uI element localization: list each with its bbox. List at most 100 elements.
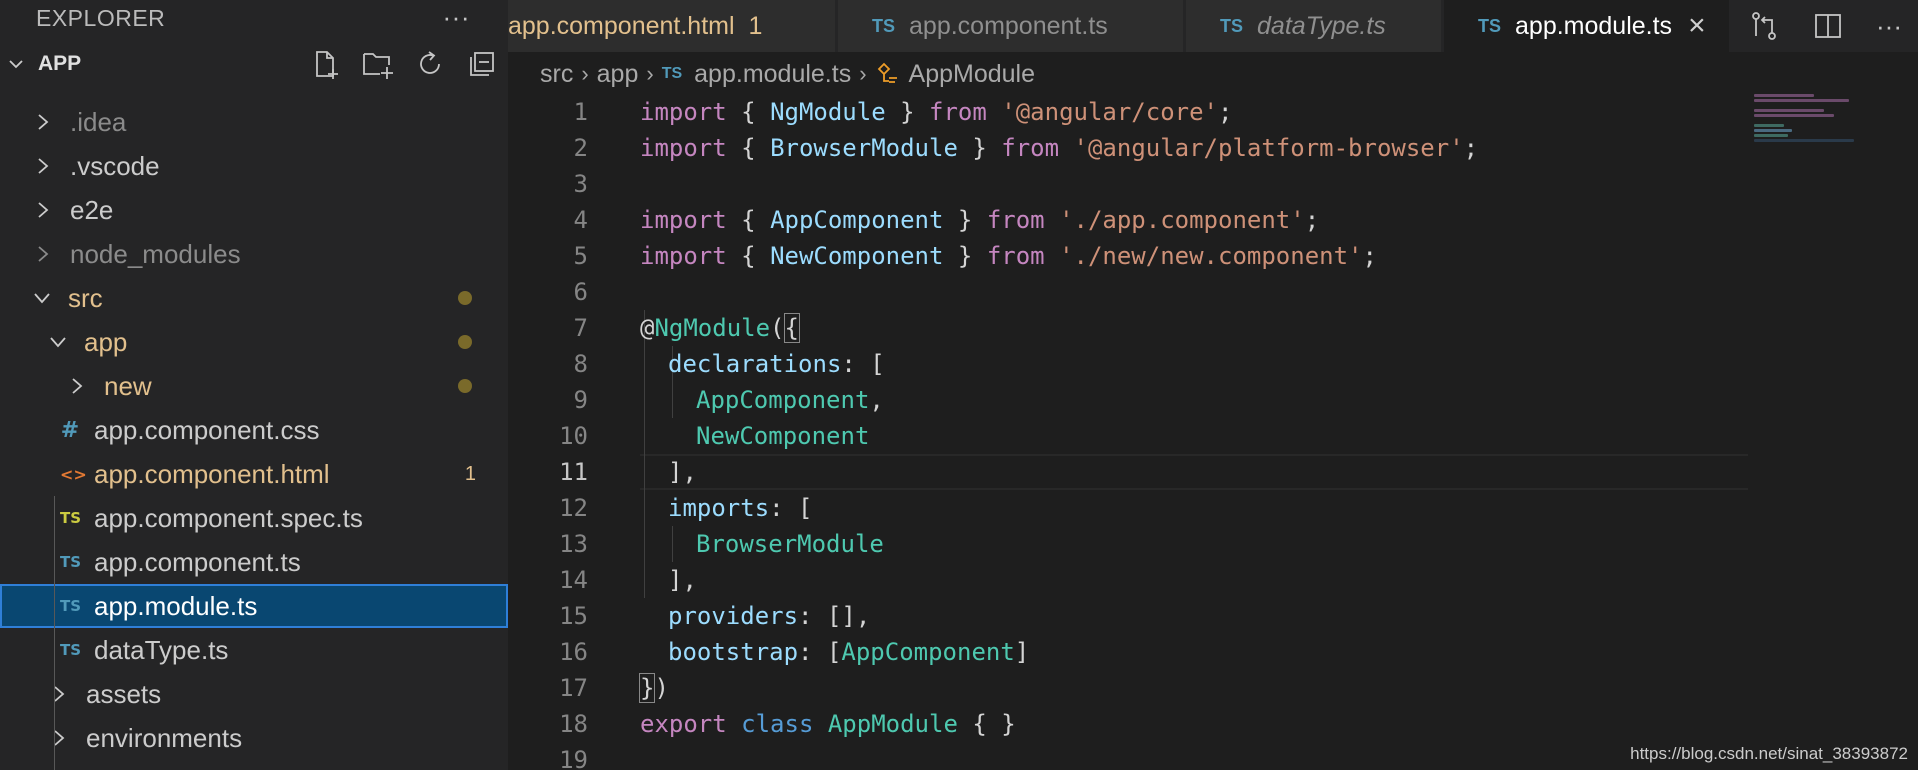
tab-app-component-ts[interactable]: TS app.component.ts [838,0,1184,52]
split-editor-icon[interactable] [1812,10,1844,42]
line-number: 12 [559,494,588,522]
tree-folder-vscode[interactable]: .vscode [0,144,508,188]
breadcrumb: src › app › TS app.module.ts › AppModule [540,56,1035,92]
tree-label: node_modules [70,238,241,269]
code-text: BrowserModule [696,530,884,558]
tree-file-app-module-ts[interactable]: TS app.module.ts [0,584,508,628]
ts-file-icon: TS [60,597,82,615]
workspace-title: APP [38,52,82,75]
code-text: AppComponent, [696,386,884,414]
explorer-header: EXPLORER ··· [0,0,508,36]
code-line: 18 export class AppModule { } [508,706,1748,742]
ts-file-icon: TS [60,509,82,527]
breadcrumb-item[interactable]: app [597,60,639,89]
minimap[interactable] [1754,94,1874,174]
tree-label: app.component.html [94,458,330,489]
ts-file-icon: TS [60,553,82,571]
tree-label: assets [86,678,162,709]
code-line: 13 BrowserModule [508,526,1748,562]
tab-label: dataType.ts [1257,11,1386,40]
tree-folder-assets[interactable]: assets [0,672,508,716]
ts-file-icon: TS [1220,15,1244,36]
code-line: 12 imports: [ [508,490,1748,526]
line-number: 11 [559,458,588,486]
code-editor[interactable]: 1 import { NgModule } from '@angular/cor… [508,94,1748,770]
tree-label: environments [86,722,243,753]
tab-label: app.component.ts [909,11,1108,40]
code-text: import { NgModule } from '@angular/core'… [640,98,1233,126]
refresh-icon[interactable] [414,48,446,80]
html-file-icon: <> [60,464,87,484]
file-tree: .idea .vscode e2e node_modules src app n… [0,100,508,770]
chevron-down-icon [9,60,23,69]
chevron-right-icon [38,202,49,218]
line-number: 8 [573,350,588,378]
line-number: 17 [559,674,588,702]
tab-app-component-html[interactable]: app.component.html 1 [508,0,836,52]
class-symbol-icon [877,62,897,83]
line-number: 5 [573,242,588,270]
indent-guide [54,496,55,770]
line-number: 19 [559,746,588,770]
editor-actions: ··· [1732,0,1918,52]
code-text: }) [638,673,669,703]
tree-label: src [68,282,103,313]
tree-label: e2e [70,194,114,225]
collapse-all-icon[interactable] [466,48,498,80]
chevron-right-icon [72,378,83,394]
tab-label: app.component.html [508,11,735,40]
code-line: 15 providers: [], [508,598,1748,634]
explorer-sidebar: EXPLORER ··· APP .idea .vscode e2e node_… [0,0,508,770]
tree-folder-e2e[interactable]: e2e [0,188,508,232]
line-number: 9 [573,386,588,414]
modified-dot-icon [458,291,472,305]
ts-file-icon: TS [1478,15,1502,36]
line-number: 6 [573,278,588,306]
tree-file-app-component-spec-ts[interactable]: TS app.component.spec.ts [0,496,508,540]
tab-datatype-ts[interactable]: TS dataType.ts [1186,0,1442,52]
tree-folder-idea[interactable]: .idea [0,100,508,144]
css-file-icon: # [60,417,80,443]
tab-app-module-ts[interactable]: TS app.module.ts × [1444,0,1730,52]
code-text: bootstrap: [AppComponent] [668,638,1030,666]
ts-file-icon: TS [60,641,82,659]
new-file-icon[interactable] [310,48,342,80]
breadcrumb-item[interactable]: AppModule [909,60,1035,89]
chevron-down-icon [34,293,50,304]
tree-folder-app[interactable]: app [0,320,508,364]
code-line: 1 import { NgModule } from '@angular/cor… [508,94,1748,130]
breadcrumb-item[interactable]: src [540,60,573,89]
code-line: 9 AppComponent, [508,382,1748,418]
chevron-right-icon [38,114,49,130]
tree-file-app-component-html[interactable]: <> app.component.html 1 [0,452,508,496]
tree-file-app-component-css[interactable]: # app.component.css [0,408,508,452]
code-line: 5 import { NewComponent } from './new/ne… [508,238,1748,274]
line-number: 1 [573,98,588,126]
editor-tab-bar: app.component.html 1 TS app.component.ts… [508,0,1918,52]
tree-folder-environments[interactable]: environments [0,716,508,760]
line-number: 18 [559,710,588,738]
workspace-section-header[interactable]: APP [0,36,508,92]
code-line: 7 @NgModule({ [508,310,1748,346]
close-icon[interactable]: × [1688,9,1706,43]
tree-label: new [104,370,152,401]
code-line: 8 declarations: [ [508,346,1748,382]
ts-file-icon: TS [872,15,896,36]
tree-folder-new[interactable]: new [0,364,508,408]
more-actions-icon[interactable]: ··· [1876,11,1902,42]
line-number: 10 [559,422,588,450]
explorer-more-icon[interactable]: ··· [443,2,470,33]
line-number: 14 [559,566,588,594]
breadcrumb-item[interactable]: app.module.ts [694,60,851,89]
chevron-right-icon [38,158,49,174]
tree-file-datatype-ts[interactable]: TS dataType.ts [0,628,508,672]
tree-folder-node-modules[interactable]: node_modules [0,232,508,276]
open-changes-icon[interactable] [1748,10,1780,42]
new-folder-icon[interactable] [362,48,394,80]
tree-label: app.component.ts [94,546,301,577]
tree-file-app-component-ts[interactable]: TS app.component.ts [0,540,508,584]
tree-folder-src[interactable]: src [0,276,508,320]
code-text: ], [668,458,697,486]
code-text: import { NewComponent } from './new/new.… [640,242,1377,270]
problem-count-badge: 1 [464,462,476,485]
